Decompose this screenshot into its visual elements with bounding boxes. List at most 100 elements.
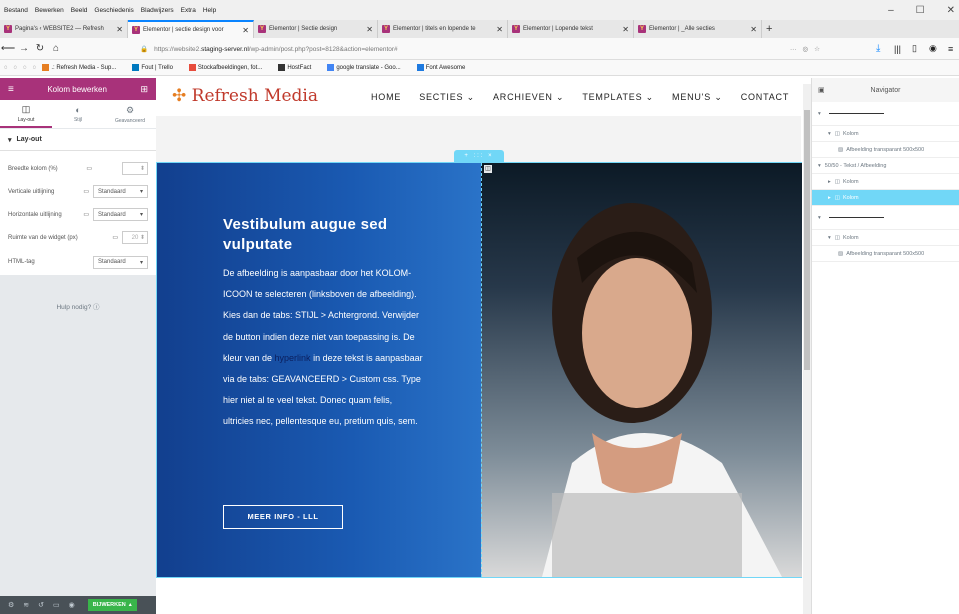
bookmark-item[interactable]: .: Refresh Media - Sup... (42, 64, 124, 71)
hero-heading[interactable]: Vestibulum augue sed vulputate (223, 215, 423, 255)
site-nav-item[interactable]: SECTIES ⌄ (419, 92, 475, 103)
menu-item-3[interactable]: Geschiedenis (94, 7, 133, 14)
navigator-item-section[interactable]: ▾ (812, 102, 959, 126)
navigator-item-widget[interactable]: ▨ Afbeelding transparant 500x500 (812, 246, 959, 262)
site-nav-item[interactable]: CONTACT (741, 92, 789, 103)
address-bar[interactable]: 🔒 https://website2. staging-server.nl/wp-… (140, 41, 820, 57)
bookmark-item[interactable]: Fout | Trello (132, 64, 181, 71)
navigator-item-column[interactable]: ▸ ◫ Kolom (812, 190, 959, 206)
browser-tab[interactable]: Y Elementor | _Alle secties ✕ (634, 20, 762, 38)
site-nav-item[interactable]: TEMPLATES ⌄ (582, 92, 654, 103)
close-tab-icon[interactable]: ✕ (238, 26, 249, 35)
close-tab-icon[interactable]: ✕ (362, 25, 373, 34)
close-tab-icon[interactable]: ✕ (492, 25, 503, 34)
menu-item-6[interactable]: Help (203, 7, 216, 14)
navigator-item-column[interactable]: ▸ ◫ Kolom (812, 174, 959, 190)
reload-icon[interactable]: ↻ (32, 43, 48, 54)
column-icon: ◫ (834, 194, 840, 201)
section-handle[interactable]: + ::: × (454, 150, 504, 162)
bookmark-history-icon[interactable]: ◌ (14, 65, 18, 71)
collapse-all-icon[interactable]: ▣ (818, 86, 825, 94)
navigator-panel: ▣ Navigator ▾ ▾ ◫ Kolom ▨ Afbeelding transpar… (811, 78, 959, 614)
responsive-icon[interactable]: ▭ (53, 601, 60, 609)
menu-icon[interactable]: ≡ (948, 44, 953, 54)
history-icon[interactable]: ↺ (38, 601, 44, 609)
download-icon[interactable]: ⤓ (876, 43, 880, 54)
back-icon[interactable]: ⟵ (0, 43, 16, 54)
site-nav-item[interactable]: MENU'S ⌄ (672, 92, 723, 103)
forward-icon[interactable]: → (16, 43, 32, 54)
tab-style[interactable]: ◐ Stijl (52, 100, 104, 128)
help-link[interactable]: Hulp nodig? ⓘ (0, 301, 156, 311)
tab-layout[interactable]: ◫ Lay-out (0, 100, 52, 128)
account-icon[interactable]: ◉ (929, 43, 937, 54)
navigator-tree: ▾ ▾ ◫ Kolom ▨ Afbeelding transparant 500x500 ▾… (812, 102, 959, 262)
navigator-item-widget[interactable]: ▨ Afbeelding transparant 500x500 (812, 142, 959, 158)
menu-item-0[interactable]: Bestand (4, 7, 28, 14)
url-prefix: https://website2. (154, 45, 202, 53)
valign-select[interactable]: Standaard ▾ (93, 185, 148, 198)
bookmark-infinity-icon[interactable]: ◌ (23, 65, 27, 71)
layers-icon[interactable]: ≋ (23, 601, 29, 609)
home-icon[interactable]: ⌂ (48, 43, 64, 54)
bookmark-settings-icon[interactable]: ◌ (4, 65, 8, 71)
menu-item-1[interactable]: Bewerken (35, 7, 64, 14)
pocket-icon[interactable]: ◎ (803, 45, 809, 53)
page-actions-icon[interactable]: ··· (790, 46, 797, 53)
menu-item-5[interactable]: Extra (181, 7, 196, 14)
html-tag-select[interactable]: Standaard ▾ (93, 255, 148, 269)
site-nav-item[interactable]: HOME (371, 92, 401, 103)
scrollbar-thumb[interactable] (804, 110, 810, 370)
close-tab-icon[interactable]: ✕ (112, 25, 123, 34)
maximize-button[interactable]: ☐ (916, 5, 925, 16)
text-column[interactable]: Vestibulum augue sed vulputate De afbeel… (157, 163, 481, 577)
panel-title: Kolom bewerken (47, 84, 107, 94)
menu-item-2[interactable]: Beeld (71, 7, 88, 14)
bookmark-star-icon[interactable]: ☆ (814, 45, 820, 53)
preview-icon[interactable]: ◉ (69, 601, 75, 609)
site-logo[interactable]: ✣ Refresh Media (172, 86, 318, 106)
bookmark-item[interactable]: Stockafbeeldingen, fot... (188, 64, 270, 71)
layout-section-toggle[interactable]: ▾ Lay-out (0, 129, 156, 151)
bookmark-favicon-icon (416, 64, 424, 71)
hero-body-text[interactable]: De afbeelding is aanpasbaar door het KOL… (223, 263, 423, 433)
hamburger-icon[interactable]: ≡ (8, 84, 14, 95)
close-tab-icon[interactable]: ✕ (618, 25, 629, 34)
close-tab-icon[interactable]: ✕ (746, 25, 757, 34)
bookmark-item[interactable]: HostFact (278, 64, 319, 71)
more-info-button[interactable]: MEER INFO - LLL (223, 505, 343, 529)
navigator-item-section[interactable]: ▾ (812, 206, 959, 230)
navigator-item-section[interactable]: ▾ 50/50 - Tekst / Afbeelding (812, 158, 959, 174)
update-button[interactable]: BIJWERKEN ▴ (87, 599, 137, 611)
sidebar-icon[interactable]: ▯ (912, 43, 917, 54)
navigator-item-column[interactable]: ▾ ◫ Kolom (812, 126, 959, 142)
panel-tabs: ◫ Lay-out ◐ Stijl ⚙ Geavanceerd (0, 100, 156, 128)
bookmark-gear-icon[interactable]: ◌ (33, 65, 37, 71)
untitled-section-line (828, 217, 884, 218)
bookmark-item[interactable]: Font Awesome (416, 64, 474, 71)
minimize-button[interactable]: – (888, 5, 894, 16)
browser-tab[interactable]: Y Elementor | sectie design voor ✕ (128, 20, 254, 38)
browser-tab[interactable]: Y Pagina's ‹ WEBSITE2 — Refresh ✕ (0, 20, 128, 38)
elementor-panel: ≡ Kolom bewerken ⊞ ◫ Lay-out ◐ Stijl ⚙ Geav… (0, 78, 156, 614)
library-icon[interactable]: ||| (894, 44, 901, 54)
site-nav-item[interactable]: ARCHIEVEN ⌄ (493, 92, 564, 103)
browser-tab[interactable]: Y Elementor | Sectie design ✕ (254, 20, 378, 38)
settings-icon[interactable]: ⚙ (8, 601, 14, 609)
close-window-button[interactable]: ✕ (947, 5, 955, 16)
tab-advanced[interactable]: ⚙ Geavanceerd (104, 100, 156, 128)
new-tab-button[interactable]: + (762, 20, 776, 38)
width-input[interactable]: ⬍ (122, 162, 148, 175)
browser-tab[interactable]: Y Elementor | titels en lopende te ✕ (378, 20, 508, 38)
bookmark-item[interactable]: google translate - Goo... (327, 64, 408, 71)
hyperlink[interactable]: hyperlink (275, 353, 311, 363)
menu-item-4[interactable]: Bladwijzers (141, 7, 174, 14)
browser-tab[interactable]: Y Elementor | Lopende tekst ✕ (508, 20, 634, 38)
spacing-input[interactable]: 20 ⬍ (122, 231, 148, 244)
halign-select[interactable]: Standaard ▾ (93, 208, 148, 221)
widgets-grid-icon[interactable]: ⊞ (140, 84, 148, 95)
image-column[interactable]: ◫ (481, 163, 802, 577)
preview-scrollbar[interactable] (803, 84, 811, 614)
navigator-item-column[interactable]: ▾ ◫ Kolom (812, 230, 959, 246)
url-path: /wp-admin/post.php?post=8128&action=elem… (248, 45, 398, 53)
